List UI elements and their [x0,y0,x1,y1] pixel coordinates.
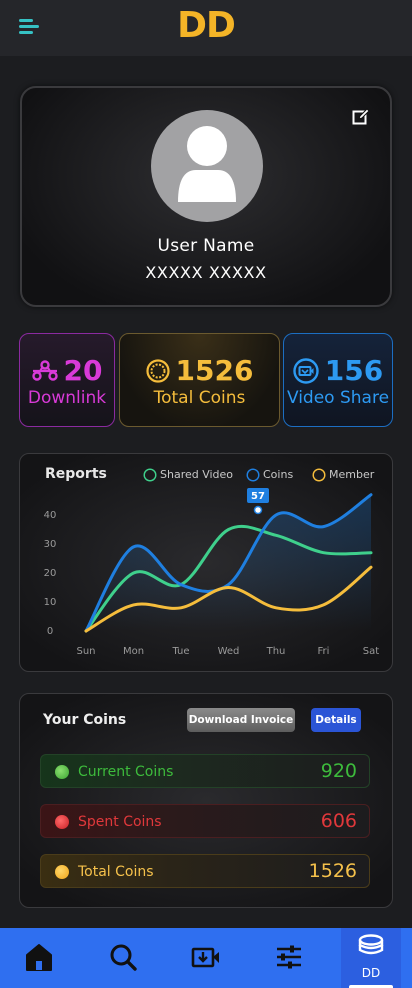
video-share-value: 156 [324,354,384,387]
edit-icon[interactable] [352,108,370,126]
current-coins-label: Current Coins [78,764,174,780]
x-tick-label: Fri [318,646,330,657]
x-tick-label: Sat [363,646,379,657]
x-tick-label: Thu [266,646,286,657]
nav-coins-label: DD [361,966,381,980]
user-name: User Name [157,236,255,256]
y-tick-label: 30 [44,539,57,550]
video-share-label: Video Share [286,388,390,408]
nav-coins[interactable]: DD [341,928,401,988]
video-upload-icon [191,947,219,968]
total-coins-stat-card[interactable]: 1526 Total Coins [119,333,280,427]
y-tick-label: 20 [44,568,57,579]
search-icon [110,944,137,971]
y-tick-label: 40 [44,510,57,521]
app-logo: DD [177,5,236,46]
top-app-bar: DD [0,0,412,56]
tooltip-point [253,505,263,515]
red-coin-icon [55,815,69,829]
y-tick-label: 0 [47,626,53,637]
x-tick-label: Mon [123,646,144,657]
nav-home[interactable] [9,928,69,988]
user-id: XXXXX XXXXX [145,263,267,282]
gold-coin-icon [55,865,69,879]
spent-coins-row: Spent Coins 606 [40,804,370,838]
coins-stack-icon [358,934,384,955]
current-coins-row: Current Coins 920 [40,754,370,788]
total-coins-row-label: Total Coins [78,864,154,880]
x-tick-label: Wed [218,646,240,657]
x-tick-label: Tue [171,646,189,657]
total-coins-label: Total Coins [153,388,246,408]
home-icon [26,944,52,971]
nav-filters[interactable] [259,928,319,988]
details-button[interactable]: Details [311,708,361,732]
nav-search[interactable] [93,928,153,988]
downlink-value: 20 [63,354,103,387]
coins-area-glow [86,494,371,631]
x-tick-label: Sun [76,646,95,657]
total-coins-row: Total Coins 1526 [40,854,370,888]
tooltip-value: 57 [251,491,265,502]
video-share-stat-card[interactable]: 156 Video Share [283,333,393,427]
downlink-label: Downlink [27,388,107,408]
green-coin-icon [55,765,69,779]
filter-sliders-icon [277,945,301,969]
spent-coins-value: 606 [320,810,357,832]
nav-video-upload[interactable] [176,928,236,988]
reports-line-chart: 0 10 20 30 40 Sun Mon Tue Wed Thu Fri Sat 57 [44,488,379,657]
network-icon [31,359,58,381]
coin-icon [145,358,170,383]
your-coins-card: Your Coins Download Invoice Details Curr… [19,693,393,908]
current-coins-value: 920 [320,760,357,782]
video-share-icon [293,357,319,384]
avatar[interactable] [151,110,263,222]
reports-chart-card: Reports Shared Video Coins Member 0 10 20 3… [19,453,393,672]
your-coins-title: Your Coins [43,712,127,728]
total-coins-row-value: 1526 [308,860,357,882]
total-coins-value: 1526 [175,354,254,387]
downlink-stat-card[interactable]: 20 Downlink [19,333,115,427]
bottom-navigation: DD [0,928,412,988]
profile-card: User Name XXXXX XXXXX [20,86,392,307]
spent-coins-label: Spent Coins [78,814,162,830]
download-invoice-button[interactable]: Download Invoice [187,708,295,732]
y-tick-label: 10 [44,597,57,608]
